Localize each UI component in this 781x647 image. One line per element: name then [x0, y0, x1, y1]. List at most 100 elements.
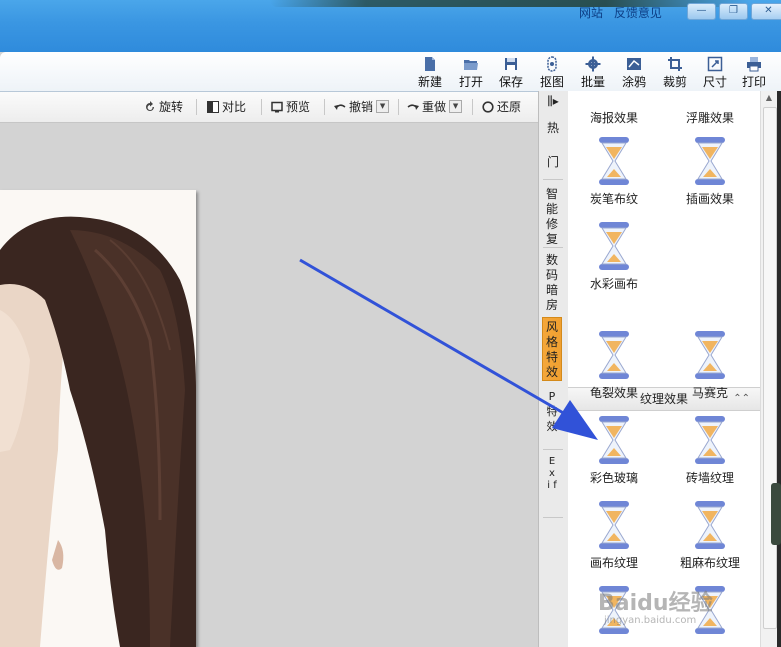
tab-hot-bottom[interactable]: 门 — [542, 155, 564, 170]
effect-illustration[interactable]: 插画效果 — [670, 137, 750, 207]
new-button[interactable]: 新建 — [413, 56, 447, 90]
hourglass-icon — [599, 137, 629, 185]
tab-smart-fix[interactable]: 智能修复 — [545, 187, 559, 247]
maximize-button[interactable]: ❐ — [719, 3, 748, 20]
redo-button[interactable]: 重做 ▼ — [407, 98, 463, 115]
resize-button[interactable]: 尺寸 — [698, 56, 732, 90]
save-button[interactable]: 保存 — [494, 56, 528, 90]
hourglass-icon — [695, 137, 725, 185]
effect-label: 海报效果 — [589, 111, 638, 125]
hourglass-icon — [695, 331, 725, 379]
preview-button[interactable]: 预览 — [271, 98, 310, 115]
effect-charcoal-cloth[interactable]: 炭笔布纹 — [574, 137, 654, 207]
effect-canvas-texture[interactable]: 画布纹理 — [574, 501, 654, 571]
collapse-panel-icon[interactable]: ⫼▸ — [542, 94, 564, 109]
open-folder-icon — [464, 60, 478, 70]
doodle-button[interactable]: 涂鸦 — [617, 56, 651, 90]
rotate-label: 旋转 — [159, 100, 184, 114]
watermark-main: Baidu经验 — [598, 591, 713, 616]
feedback-link[interactable]: 反馈意见 — [614, 6, 662, 20]
effect-label: 画布纹理 — [589, 556, 638, 570]
scroll-thumb[interactable] — [763, 107, 777, 629]
panel-scrollbar[interactable]: ▲ — [760, 91, 778, 647]
title-shadow — [270, 0, 750, 7]
cutout-button[interactable]: 抠图 — [535, 56, 569, 90]
tab-p-effects[interactable]: P 特效 — [545, 389, 559, 434]
close-button[interactable]: ✕ — [751, 3, 781, 20]
website-link[interactable]: 网站 — [579, 6, 603, 20]
window-edge — [771, 91, 781, 647]
effect-brick-texture[interactable]: 砖墙纹理 — [670, 416, 750, 486]
doodle-label: 涂鸦 — [621, 75, 646, 89]
hourglass-icon — [599, 416, 629, 464]
separator — [324, 99, 325, 115]
effect-burlap-texture[interactable]: 粗麻布纹理 — [670, 501, 750, 571]
top-links: 网站 反馈意见 — [579, 4, 669, 21]
effect-stained-glass[interactable]: 彩色玻璃 — [574, 416, 654, 486]
save-label: 保存 — [498, 75, 523, 89]
effect-label: 龟裂效果 — [589, 386, 638, 400]
rotate-button[interactable]: 旋转 — [144, 98, 183, 115]
scroll-up-icon[interactable]: ▲ — [763, 93, 775, 105]
effect-label: 浮雕效果 — [685, 111, 734, 125]
tab-divider — [543, 517, 563, 518]
tab-divider — [543, 247, 563, 248]
baidu-watermark: Baidu经验 jingyan.baidu.com — [598, 585, 713, 626]
batch-button[interactable]: 批量 — [576, 56, 610, 90]
tab-exif[interactable]: E x i f — [547, 456, 557, 492]
effect-crackle[interactable]: 龟裂效果 — [574, 331, 654, 401]
tab-divider — [543, 179, 563, 180]
print-icon — [747, 57, 761, 72]
resize-label: 尺寸 — [702, 75, 727, 89]
cutout-label: 抠图 — [539, 75, 564, 89]
edge-grip — [771, 483, 781, 545]
batch-label: 批量 — [580, 75, 605, 89]
effect-label: 砖墙纹理 — [685, 471, 734, 485]
portrait-image — [0, 190, 196, 647]
tab-darkroom[interactable]: 数码暗房 — [545, 253, 559, 313]
effect-label: 粗麻布纹理 — [679, 556, 740, 570]
effect-mosaic[interactable]: 马赛克 — [670, 331, 750, 401]
minimize-button[interactable]: — — [687, 3, 716, 20]
tab-style-effects[interactable]: 风格特效 — [542, 317, 562, 381]
save-icon — [505, 58, 517, 70]
print-button[interactable]: 打印 — [737, 56, 771, 90]
undo-label: 撤销 — [349, 100, 374, 114]
open-button[interactable]: 打开 — [454, 56, 488, 90]
tab-hot-top[interactable]: 热 — [542, 121, 564, 136]
undo-button[interactable]: 撤销 ▼ — [334, 98, 390, 115]
undo-dropdown-icon[interactable]: ▼ — [376, 100, 390, 113]
redo-dropdown-icon[interactable]: ▼ — [449, 100, 463, 113]
preview-icon — [271, 101, 283, 112]
effect-watercolor[interactable]: 水彩画布 — [574, 222, 654, 292]
open-label: 打开 — [458, 75, 483, 89]
separator — [196, 99, 197, 115]
rotate-icon — [146, 100, 154, 111]
redo-label: 重做 — [422, 100, 447, 114]
effect-label: 彩色玻璃 — [589, 471, 638, 485]
cutout-icon — [547, 56, 557, 72]
effects-panel: 海报效果 浮雕效果 炭笔布纹 插画效果 水彩画布 纹理效果 ⌃⌃ 龟裂效果 马赛… — [568, 91, 760, 647]
restore-label: 还原 — [497, 100, 522, 114]
effect-label: 插画效果 — [685, 192, 734, 206]
separator — [472, 99, 473, 115]
hourglass-icon — [599, 331, 629, 379]
new-file-icon — [425, 57, 435, 71]
undo-icon — [334, 104, 346, 110]
print-label: 打印 — [741, 75, 766, 89]
redo-icon — [407, 104, 419, 110]
crop-icon — [668, 57, 682, 71]
compare-icon — [207, 100, 219, 113]
effect-label: 马赛克 — [691, 386, 728, 400]
compare-button[interactable]: 对比 — [207, 98, 246, 115]
crop-label: 裁剪 — [662, 75, 687, 89]
hourglass-icon — [599, 501, 629, 549]
tab-divider — [543, 449, 563, 450]
new-label: 新建 — [417, 75, 442, 89]
crop-button[interactable]: 裁剪 — [658, 56, 692, 90]
separator — [261, 99, 262, 115]
restore-button[interactable]: 还原 — [482, 98, 521, 115]
watermark-sub: jingyan.baidu.com — [604, 615, 697, 626]
effect-poster[interactable]: 海报效果 — [574, 109, 654, 126]
effect-emboss[interactable]: 浮雕效果 — [670, 109, 750, 126]
